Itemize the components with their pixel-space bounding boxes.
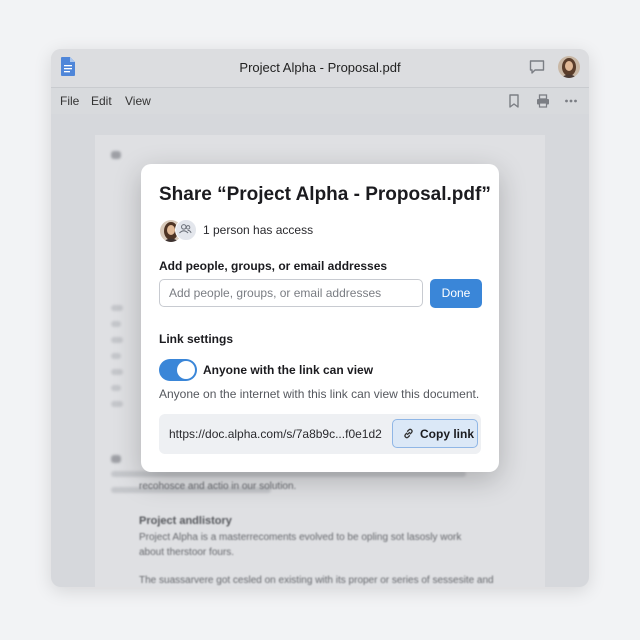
print-icon[interactable] <box>536 94 550 108</box>
doc-line-blur <box>111 321 121 327</box>
doc-line-blur <box>111 337 123 343</box>
comment-icon[interactable] <box>529 60 545 74</box>
more-icon[interactable] <box>564 94 578 108</box>
link-settings-heading: Link settings <box>159 332 234 346</box>
link-description: Anyone on the internet with this link ca… <box>159 387 480 401</box>
access-summary[interactable]: 1 person has access <box>159 219 459 243</box>
link-icon <box>404 428 413 439</box>
doc-line-text: recohosce and actio in our solution. <box>139 481 297 492</box>
user-avatar[interactable] <box>558 56 580 78</box>
people-icon <box>175 219 197 241</box>
bookmark-icon[interactable] <box>507 94 521 108</box>
doc-line-blur <box>111 401 123 407</box>
dialog-title: Share “Project Alpha - Proposal.pdf” <box>159 184 491 205</box>
menu-view[interactable]: View <box>125 94 151 108</box>
copy-link-button[interactable]: Copy link <box>392 419 478 448</box>
menu-edit[interactable]: Edit <box>91 94 112 108</box>
share-link-url[interactable]: https://doc.alpha.com/s/7a8b9c...f0e1d2 <box>169 427 382 441</box>
doc-line-text: The suassarvere got cesled on existing w… <box>139 575 494 586</box>
doc-heading-blur <box>111 151 121 159</box>
link-sharing-toggle[interactable] <box>159 359 197 381</box>
title-bar: Project Alpha - Proposal.pdf <box>51 49 589 88</box>
doc-line-text: about therstoor fours. <box>139 547 235 558</box>
doc-line-blur <box>111 369 123 375</box>
menu-file[interactable]: File <box>60 94 79 108</box>
doc-heading-text: Project andlistory <box>139 515 232 527</box>
doc-line-blur <box>111 353 121 359</box>
link-box: https://doc.alpha.com/s/7a8b9c...f0e1d2 … <box>159 414 481 454</box>
toggle-knob <box>177 361 195 379</box>
doc-line-blur <box>111 385 121 391</box>
window-title: Project Alpha - Proposal.pdf <box>239 60 401 75</box>
doc-line-text: Project Alpha is a masterrecoments evolv… <box>139 532 462 543</box>
share-dialog: Share “Project Alpha - Proposal.pdf” 1 p… <box>141 164 499 472</box>
copy-link-label: Copy link <box>420 427 475 441</box>
doc-heading-blur <box>111 455 121 463</box>
add-people-input[interactable] <box>159 279 423 307</box>
doc-line-blur <box>111 305 123 311</box>
link-access-label: Anyone with the link can view <box>203 363 374 377</box>
done-button[interactable]: Done <box>430 279 482 308</box>
access-text: 1 person has access <box>203 223 314 237</box>
add-people-label: Add people, groups, or email addresses <box>159 259 388 273</box>
